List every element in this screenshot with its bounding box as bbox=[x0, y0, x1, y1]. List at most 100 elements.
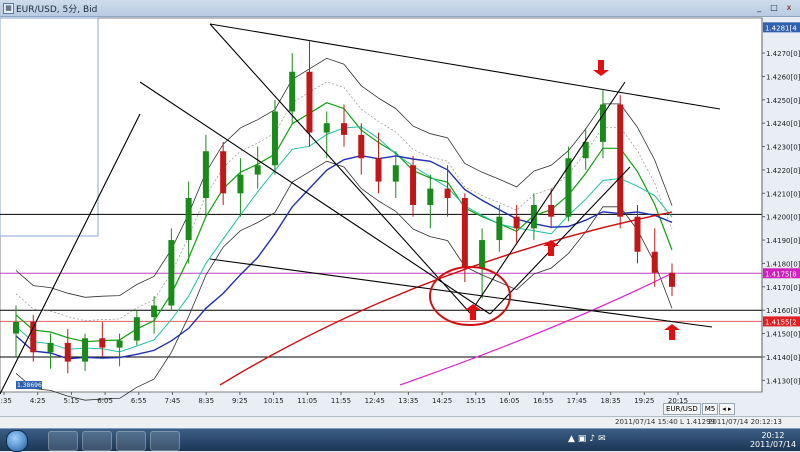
timeframe-selector[interactable]: EUR/USD M5 ◂ ▸ bbox=[662, 403, 735, 415]
x-tick-label: 4:25 bbox=[30, 397, 46, 405]
x-tick-label: 11:05 bbox=[297, 397, 317, 405]
x-tick-label: 12:45 bbox=[365, 397, 385, 405]
x-tick-label: 7:45 bbox=[165, 397, 181, 405]
plot-area[interactable] bbox=[0, 17, 763, 393]
window-title: EUR/USD, 5分, Bid bbox=[16, 5, 98, 15]
candle-body[interactable] bbox=[461, 197, 468, 269]
taskbar: ▲▣♪✉ 20:12 2011/07/14 bbox=[0, 428, 800, 452]
y-tick-label: 1.4130[0] bbox=[766, 377, 800, 385]
y-tick-label: 1.4140[0] bbox=[766, 354, 800, 362]
candle-body[interactable] bbox=[513, 216, 520, 229]
symbol-select[interactable]: EUR/USD bbox=[663, 403, 701, 415]
price-label: 1.4175[8 bbox=[765, 270, 797, 278]
status-left: 2011/07/14 15:40 L 1.41299 bbox=[615, 418, 716, 426]
candle-body[interactable] bbox=[133, 317, 140, 341]
candle-body[interactable] bbox=[548, 205, 555, 217]
candle-body[interactable] bbox=[323, 123, 330, 133]
candle-body[interactable] bbox=[669, 272, 675, 287]
price-chart[interactable]: 1.4270[0] 1.4260[0] 1.4250[0] 1.4240[0] 1.42… bbox=[0, 16, 800, 416]
x-tick-label: 11:55 bbox=[331, 397, 351, 405]
candle-body[interactable] bbox=[427, 188, 434, 205]
candle-body[interactable] bbox=[168, 240, 175, 306]
x-tick-label: 3:35 bbox=[0, 397, 12, 405]
app-icon: ▦ bbox=[3, 3, 14, 14]
x-tick-label: 6:05 bbox=[97, 397, 113, 405]
candle-body[interactable] bbox=[47, 342, 54, 353]
candle-body[interactable] bbox=[116, 340, 123, 348]
candle-body[interactable] bbox=[410, 165, 417, 205]
folder-icon[interactable] bbox=[116, 431, 146, 451]
x-tick-label: 8:35 bbox=[198, 397, 214, 405]
clock[interactable]: 20:12 2011/07/14 bbox=[748, 431, 798, 449]
ie-browser-icon[interactable] bbox=[82, 431, 112, 451]
x-tick-label: 16:55 bbox=[533, 397, 553, 405]
x-tick-label: 17:45 bbox=[567, 397, 587, 405]
x-tick-label: 5:15 bbox=[64, 397, 80, 405]
candle-body[interactable] bbox=[13, 321, 19, 334]
y-tick-label: 1.4160[0] bbox=[766, 307, 800, 315]
x-tick-label: 9:25 bbox=[232, 397, 248, 405]
candle-body[interactable] bbox=[237, 174, 244, 194]
clock-date: 2011/07/14 bbox=[749, 440, 797, 449]
clock-time: 20:12 bbox=[761, 431, 785, 440]
y-tick-label: 1.4250[0] bbox=[766, 97, 800, 105]
candle-body[interactable] bbox=[444, 188, 451, 198]
candle-body[interactable] bbox=[185, 197, 192, 241]
price-label: 1.4281[4 bbox=[765, 24, 797, 32]
y-tick-label: 1.4270[0] bbox=[766, 50, 800, 58]
y-tick-label: 1.4210[0] bbox=[766, 190, 800, 198]
y-tick-label: 1.4230[0] bbox=[766, 144, 800, 152]
x-tick-label: 18:35 bbox=[601, 397, 621, 405]
trading-app-icon[interactable] bbox=[150, 431, 180, 451]
candle-body[interactable] bbox=[220, 151, 227, 194]
y-tick-label: 1.4150[0] bbox=[766, 331, 800, 339]
start-button[interactable] bbox=[6, 430, 28, 452]
y-tick-label: 1.4240[0] bbox=[766, 120, 800, 128]
candle-body[interactable] bbox=[254, 165, 261, 175]
candle-body[interactable] bbox=[530, 205, 537, 229]
minimize-button[interactable]: _ bbox=[752, 2, 766, 13]
candle-body[interactable] bbox=[64, 342, 71, 362]
candle-body[interactable] bbox=[479, 240, 486, 269]
y-tick-label: 1.4220[0] bbox=[766, 167, 800, 175]
x-tick-label: 16:05 bbox=[499, 397, 519, 405]
y-tick-label: 1.4180[0] bbox=[766, 260, 800, 268]
candle-body[interactable] bbox=[341, 123, 347, 135]
x-tick-label: 14:25 bbox=[432, 397, 452, 405]
candle-body[interactable] bbox=[599, 104, 606, 142]
candle-body[interactable] bbox=[289, 71, 296, 112]
y-tick-label: 1.4260[0] bbox=[766, 73, 800, 81]
candle-body[interactable] bbox=[306, 71, 313, 133]
candle-body[interactable] bbox=[82, 338, 89, 362]
candle-body[interactable] bbox=[375, 158, 382, 182]
candle-body[interactable] bbox=[202, 151, 209, 198]
price-label: 1.4155[2 bbox=[765, 318, 797, 326]
x-tick-label: 13:35 bbox=[398, 397, 418, 405]
candle-body[interactable] bbox=[651, 251, 658, 273]
candle-body[interactable] bbox=[358, 134, 365, 159]
explorer-icon[interactable] bbox=[48, 431, 78, 451]
x-tick-label: 19:25 bbox=[634, 397, 654, 405]
y-tick-label: 1.4190[0] bbox=[766, 237, 800, 245]
y-tick-label: 1.4170[0] bbox=[766, 284, 800, 292]
close-button[interactable]: x bbox=[782, 2, 796, 13]
x-tick-label: 6:55 bbox=[131, 397, 147, 405]
y-tick-label: 1.4200[0] bbox=[766, 214, 800, 222]
x-tick-label: 15:15 bbox=[466, 397, 486, 405]
candle-body[interactable] bbox=[634, 216, 641, 252]
candle-body[interactable] bbox=[496, 216, 503, 241]
timeframe-select[interactable]: M5 bbox=[701, 403, 719, 415]
candle-body[interactable] bbox=[617, 104, 624, 217]
title-bar[interactable]: ▦ EUR/USD, 5分, Bid _ □ x bbox=[0, 0, 800, 17]
candle-body[interactable] bbox=[151, 305, 158, 318]
candle-body[interactable] bbox=[271, 111, 278, 166]
chart-window: ▦ EUR/USD, 5分, Bid _ □ x 1.4270[0] 1.4260… bbox=[0, 0, 800, 429]
low-label: 1.38696 bbox=[17, 382, 42, 389]
maximize-button[interactable]: □ bbox=[767, 2, 781, 13]
system-tray[interactable]: ▲▣♪✉ bbox=[568, 434, 609, 444]
status-right: 2011/07/14 20:12:13 bbox=[708, 418, 783, 426]
candle-body[interactable] bbox=[392, 165, 399, 182]
x-tick-label: 10:15 bbox=[264, 397, 284, 405]
scroll-arrows[interactable]: ◂ ▸ bbox=[719, 403, 735, 415]
candle-body[interactable] bbox=[99, 338, 106, 348]
